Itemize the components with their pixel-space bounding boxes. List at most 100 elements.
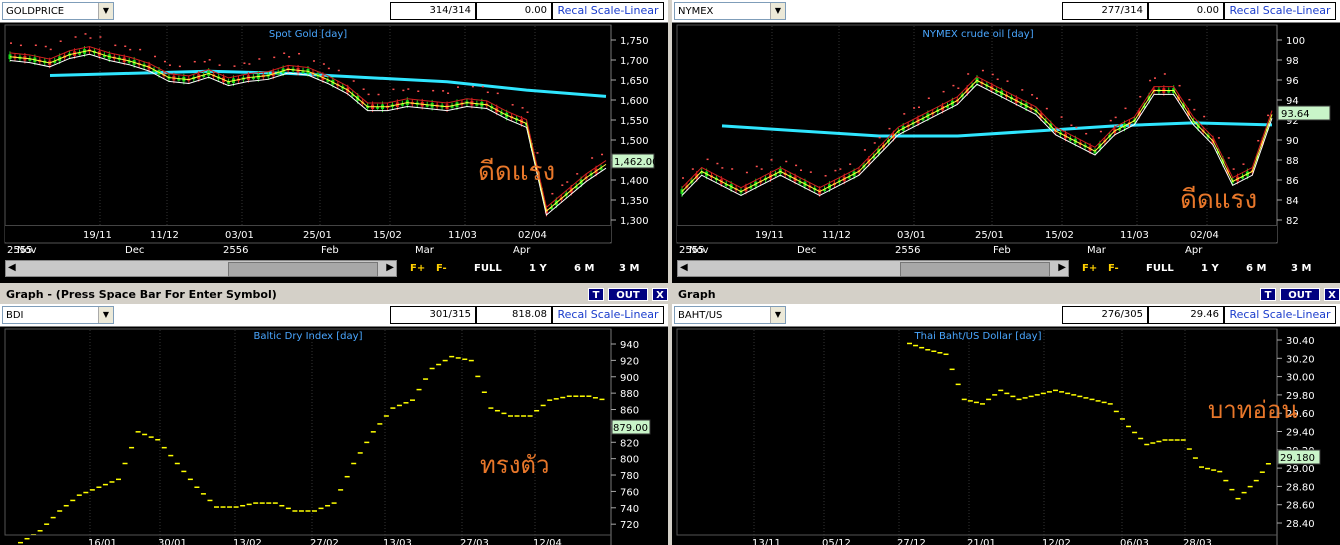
bdi-symbol-select[interactable]: BDI ▼: [2, 306, 114, 324]
data-point: [1113, 410, 1119, 413]
y-tick-label: 30.20: [1286, 354, 1315, 365]
gold-recal-button[interactable]: Recal Scale-Linear: [552, 2, 664, 20]
bdi-out-button[interactable]: OUT: [608, 288, 648, 301]
y-tick-label: 920: [620, 356, 639, 367]
bdi-window-title-text: Graph - (Press Space Bar For Enter Symbo…: [6, 288, 277, 301]
zoom-out-button[interactable]: F-: [1108, 261, 1119, 276]
bdi-chart-title: Baltic Dry Index [day]: [254, 331, 363, 342]
data-point: [943, 353, 949, 356]
data-point: [1004, 392, 1010, 395]
scroll-left-icon[interactable]: ◀: [8, 262, 16, 273]
chevron-down-icon[interactable]: ▼: [770, 307, 785, 323]
y-tick-label: 98: [1286, 56, 1299, 67]
baht-close-button[interactable]: X: [1324, 288, 1340, 301]
nymex-annotation: ดีดแรง: [1180, 185, 1257, 215]
data-point: [1083, 397, 1089, 399]
data-point: [214, 506, 219, 508]
sar-dot: [863, 149, 866, 151]
sar-dot: [824, 175, 827, 177]
range-1y-button[interactable]: 1 Y: [529, 261, 547, 276]
date-tick-label: 15/02: [1045, 230, 1074, 241]
data-point: [527, 415, 533, 417]
y-tick-label: 86: [1286, 176, 1299, 187]
y-tick-label: 100: [1286, 36, 1305, 47]
range-1y-button[interactable]: 1 Y: [1201, 261, 1219, 276]
gold-symbol-select[interactable]: GOLDPRICE ▼: [2, 2, 114, 20]
sar-dot: [44, 45, 47, 48]
nymex-symbol-value: NYMEX: [678, 6, 714, 17]
gold-scroll-thumb[interactable]: [228, 262, 378, 277]
baht-symbol-value: BAHT/US: [678, 310, 723, 321]
sar-dot: [432, 89, 435, 92]
data-point: [83, 491, 89, 494]
chevron-down-icon[interactable]: ▼: [98, 3, 113, 19]
gold-scrollbar[interactable]: ◀ ▶: [5, 260, 397, 277]
sar-dot: [1114, 116, 1117, 119]
baht-out-button[interactable]: OUT: [1280, 288, 1320, 301]
zoom-in-button[interactable]: F+: [410, 261, 425, 276]
sar-dot: [417, 90, 420, 93]
scroll-right-icon[interactable]: ▶: [386, 262, 394, 273]
data-point: [351, 462, 357, 465]
sar-dot: [839, 168, 842, 170]
sar-dot: [273, 56, 276, 59]
gold-toolbar: GOLDPRICE ▼ 314/314 0.00 Recal Scale-Line…: [0, 0, 668, 23]
date-tick-label: 19/11: [755, 230, 784, 241]
nymex-symbol-select[interactable]: NYMEX ▼: [674, 2, 786, 20]
bdi-recal-button[interactable]: Recal Scale-Linear: [552, 306, 664, 324]
sar-dot: [731, 168, 734, 170]
data-point: [560, 396, 566, 399]
baht-recal-button[interactable]: Recal Scale-Linear: [1224, 306, 1336, 324]
nymex-recal-button[interactable]: Recal Scale-Linear: [1224, 2, 1336, 20]
data-point: [246, 503, 252, 506]
chevron-down-icon[interactable]: ▼: [98, 307, 113, 323]
data-point: [1089, 398, 1095, 401]
data-point: [980, 403, 985, 405]
data-point: [1156, 440, 1162, 443]
gold-date-axis: 19/11 11/12 03/01 25/01 15/02 11/03 02/04 2555 N…: [5, 225, 611, 256]
sar-dot: [1242, 163, 1245, 165]
chevron-down-icon[interactable]: ▼: [770, 3, 785, 19]
date-tick-label: 02/04: [1190, 230, 1219, 241]
sar-dot: [208, 59, 211, 61]
baht-symbol-select[interactable]: BAHT/US ▼: [674, 306, 786, 324]
zoom-out-button[interactable]: F-: [436, 261, 447, 276]
data-point: [547, 399, 553, 401]
zoom-in-button[interactable]: F+: [1082, 261, 1097, 276]
range-6m-button[interactable]: 6 M: [574, 261, 594, 276]
sar-dot: [755, 165, 758, 168]
range-full-button[interactable]: FULL: [1146, 261, 1174, 276]
date-tick-label: 16/01: [88, 538, 117, 545]
y-tick-label: 760: [620, 487, 639, 498]
sar-dot: [1188, 98, 1191, 101]
nymex-navbar: ◀ ▶ F+ F- FULL 1 Y 6 M 3 M: [677, 260, 1340, 277]
range-3m-button[interactable]: 3 M: [619, 261, 639, 276]
scroll-right-icon[interactable]: ▶: [1058, 262, 1066, 273]
data-point: [455, 357, 461, 359]
sar-dot: [352, 80, 355, 82]
bdi-t-button[interactable]: T: [588, 288, 604, 301]
baht-last-value: 29.180: [1280, 453, 1315, 464]
baht-window-title: Graph T OUT X: [672, 286, 1340, 303]
month-tick-label: Apr: [513, 245, 531, 256]
gold-last-value: 1,462.00: [614, 157, 659, 168]
y-tick-label: 820: [620, 438, 639, 449]
data-point: [174, 462, 180, 465]
data-point: [129, 446, 135, 449]
scroll-left-icon[interactable]: ◀: [680, 262, 688, 273]
range-full-button[interactable]: FULL: [474, 261, 502, 276]
data-point: [481, 391, 487, 393]
nymex-scroll-thumb[interactable]: [900, 262, 1050, 277]
sar-dot: [496, 92, 499, 95]
data-point: [907, 342, 912, 345]
data-point: [1205, 467, 1211, 470]
sar-dot: [745, 171, 748, 174]
baht-chart-area[interactable]: Thai Baht/US Dollar [day] 30.40 30.20 30.0…: [672, 326, 1340, 545]
baht-t-button[interactable]: T: [1260, 288, 1276, 301]
range-6m-button[interactable]: 6 M: [1246, 261, 1266, 276]
sar-dot: [878, 136, 881, 139]
bdi-close-button[interactable]: X: [652, 288, 668, 301]
bdi-chart-area[interactable]: Baltic Dry Index [day] 94092090088086084…: [0, 326, 668, 545]
nymex-scrollbar[interactable]: ◀ ▶: [677, 260, 1069, 277]
range-3m-button[interactable]: 3 M: [1291, 261, 1311, 276]
